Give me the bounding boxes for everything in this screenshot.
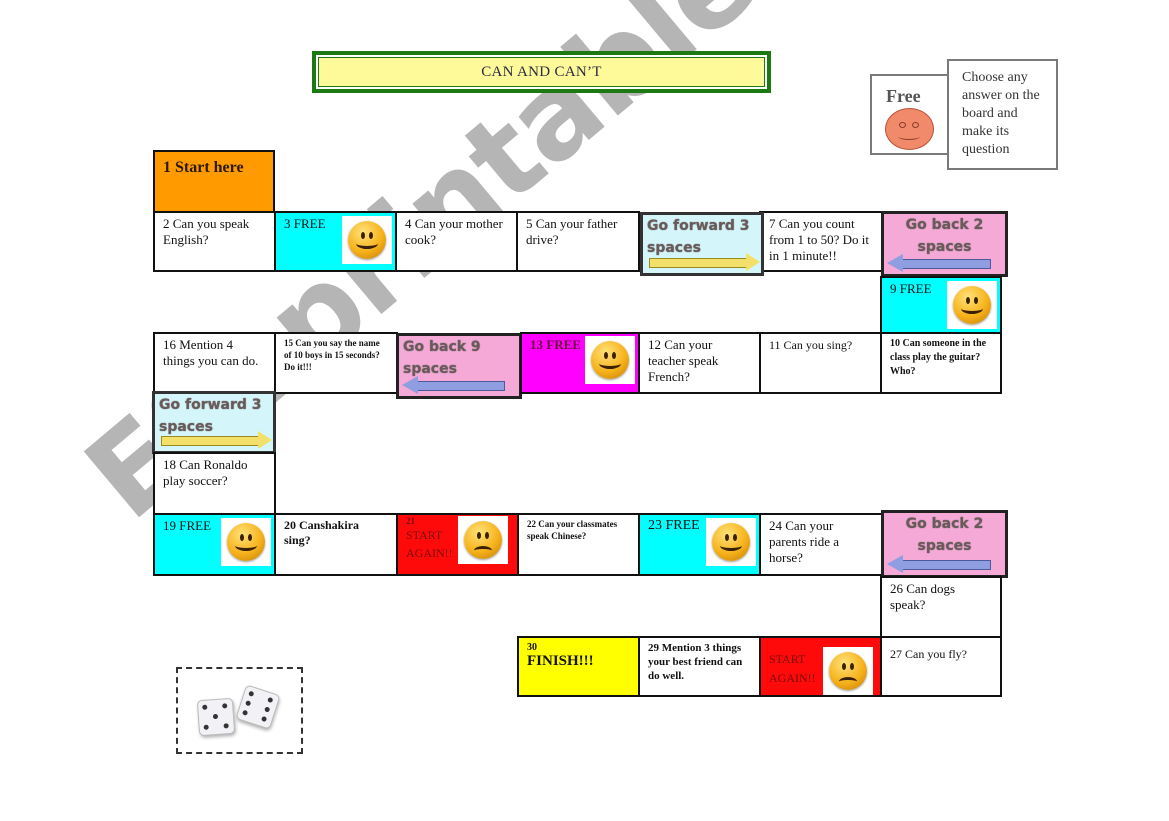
smiley-face-icon: [947, 281, 997, 329]
board-cell-28-start-again: START AGAIN!!: [759, 636, 882, 697]
board-cell-11: 11 Can you sing?: [759, 332, 882, 394]
board-cell-9-free: 9 FREE: [880, 276, 1002, 334]
arrow-left-icon: [402, 376, 505, 394]
board-cell-21-start-again: 21 START AGAIN!!: [396, 513, 519, 576]
board-cell-16: 16 Mention 4 things you can do.: [153, 332, 276, 394]
dice-icon: [176, 667, 303, 754]
cell-label: Go forward 3 spaces: [647, 218, 750, 256]
board-cell-26: 26 Can dogs speak?: [880, 576, 1002, 638]
cell-number: 30: [527, 642, 537, 653]
cell-label: Go back 9 spaces: [403, 339, 481, 377]
worksheet-title: CAN AND CAN’T: [318, 57, 765, 87]
legend-free-label: Free: [886, 86, 921, 106]
sad-face-icon: [458, 516, 508, 564]
board-cell-6-go-forward: Go forward 3 spaces: [640, 212, 764, 276]
board-cell-23-free: 23 FREE: [638, 513, 761, 576]
board-cell-3-free: 3 FREE: [274, 211, 397, 272]
arrow-left-icon: [887, 555, 991, 573]
cell-label: 23 FREE: [648, 518, 700, 533]
arrow-right-icon: [161, 431, 272, 449]
sad-face-icon: [823, 647, 873, 695]
board-cell-29: 29 Mention 3 things your best friend can…: [638, 636, 761, 697]
smiley-face-icon: [885, 108, 934, 150]
board-cell-2: 2 Can you speak English?: [153, 211, 276, 272]
board-cell-24: 24 Can your parents ride a horse?: [759, 513, 883, 576]
board-cell-4: 4 Can your mother cook?: [395, 211, 518, 272]
board-cell-17-go-forward: Go forward 3 spaces: [152, 391, 276, 454]
smiley-face-icon: [585, 336, 635, 384]
arrow-right-icon: [649, 253, 760, 271]
board-cell-19-free: 19 FREE: [153, 513, 276, 576]
cell-label: Go forward 3 spaces: [159, 397, 262, 435]
board-cell-1-start: 1 Start here: [153, 150, 275, 213]
cell-label: FINISH!!!: [527, 653, 594, 669]
cell-label: 19 FREE: [163, 518, 212, 533]
board-cell-10: 10 Can someone in the class play the gui…: [880, 332, 1002, 394]
board-cell-8-go-back: Go back 2 spaces: [881, 211, 1008, 277]
cell-label: Go back 2 spaces: [905, 217, 984, 255]
smiley-face-icon: [706, 518, 756, 566]
board-cell-12: 12 Can your teacher speak French?: [638, 332, 761, 394]
board-cell-27: 27 Can you fly?: [880, 636, 1002, 697]
cell-label: Go back 2 spaces: [905, 516, 984, 554]
board-cell-30-finish: 30 FINISH!!!: [517, 636, 640, 697]
board-cell-15: 15 Can you say the name of 10 boys in 15…: [274, 332, 398, 394]
worksheet-title-box: CAN AND CAN’T: [312, 51, 771, 93]
legend-instruction: Choose any answer on the board and make …: [947, 59, 1058, 170]
board-cell-5: 5 Can your father drive?: [516, 211, 640, 272]
cell-label: 13 FREE: [530, 337, 581, 352]
board-cell-14-go-back: Go back 9 spaces: [396, 333, 522, 399]
smiley-face-icon: [342, 216, 392, 264]
board-cell-13-free: 13 FREE: [520, 332, 640, 394]
cell-label: 3 FREE: [284, 216, 326, 231]
cell-label: START AGAIN!!: [769, 652, 816, 685]
arrow-left-icon: [887, 254, 991, 272]
board-cell-7: 7 Can you count from 1 to 50? Do it in 1…: [759, 211, 883, 272]
board-cell-25-go-back: Go back 2 spaces: [881, 510, 1008, 578]
smiley-face-icon: [221, 518, 271, 566]
cell-label: START AGAIN!!: [406, 528, 453, 560]
board-cell-20: 20 Canshakira sing?: [274, 513, 398, 576]
legend-free-card: Free: [870, 74, 950, 155]
cell-label: 9 FREE: [890, 281, 932, 296]
board-cell-22: 22 Can your classmates speak Chinese?: [517, 513, 640, 576]
board-cell-18: 18 Can Ronaldo play soccer?: [153, 452, 276, 515]
